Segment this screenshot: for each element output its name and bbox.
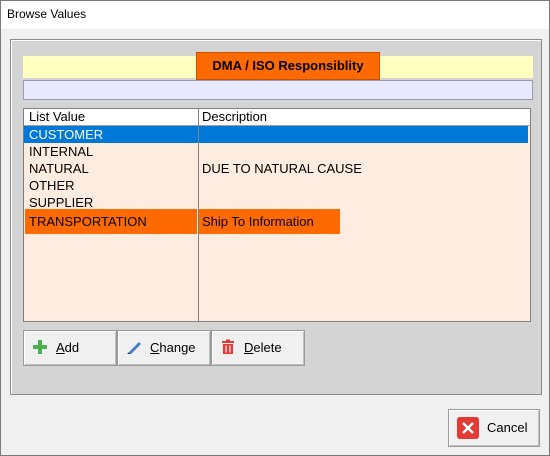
change-button-label: Change [150, 340, 196, 355]
row-description: DUE TO NATURAL CAUSE [202, 161, 362, 176]
title-bar: Browse Values [1, 1, 549, 29]
filter-bar[interactable] [23, 80, 533, 100]
values-panel: DMA / ISO Responsiblity List Value Descr… [10, 39, 542, 395]
add-button[interactable]: Add [23, 330, 117, 366]
add-button-label: Add [56, 340, 80, 355]
column-divider [198, 109, 199, 321]
window-title: Browse Values [7, 7, 87, 21]
close-icon [457, 417, 479, 439]
column-header-list-value[interactable]: List Value [29, 109, 85, 125]
delete-button-label: Delete [244, 340, 282, 355]
trash-icon [222, 339, 234, 354]
row-description: Ship To Information [202, 214, 314, 229]
list-row[interactable]: OTHER [24, 177, 530, 194]
cancel-button-label: Cancel [487, 420, 528, 435]
list-row[interactable]: NATURAL DUE TO NATURAL CAUSE [24, 160, 530, 177]
delete-button[interactable]: Delete [211, 330, 305, 366]
browse-values-dialog: Browse Values DMA / ISO Responsiblity Li… [0, 0, 550, 456]
row-value: TRANSPORTATION [29, 214, 147, 229]
pencil-icon [127, 342, 141, 354]
list-row-highlighted[interactable]: TRANSPORTATION Ship To Information [24, 209, 530, 234]
row-value: OTHER [29, 178, 75, 193]
row-value: CUSTOMER [29, 127, 104, 142]
list-row[interactable]: INTERNAL [24, 143, 530, 160]
cancel-button[interactable]: Cancel [448, 409, 540, 447]
row-value: INTERNAL [29, 144, 94, 159]
list-row[interactable]: CUSTOMER [24, 126, 528, 143]
row-value: NATURAL [29, 161, 89, 176]
column-header-description[interactable]: Description [202, 109, 267, 125]
change-button[interactable]: Change [117, 330, 211, 366]
plus-icon [33, 340, 47, 354]
list-header: List Value Description [24, 109, 530, 126]
values-list[interactable]: List Value Description CUSTOMER INTERNAL… [23, 108, 531, 322]
list-title: DMA / ISO Responsiblity [196, 52, 380, 80]
